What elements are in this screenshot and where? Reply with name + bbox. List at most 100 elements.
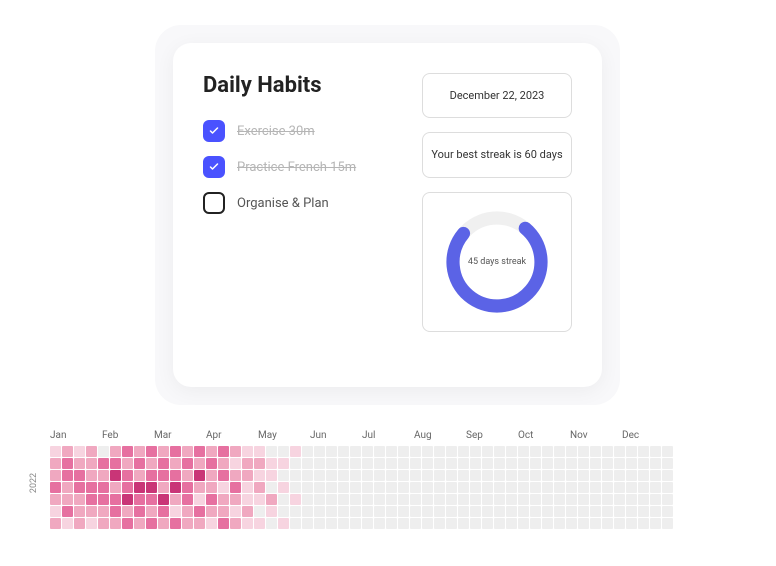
heatmap-day-cell[interactable] xyxy=(446,446,457,457)
heatmap-day-cell[interactable] xyxy=(158,506,169,517)
heatmap-day-cell[interactable] xyxy=(518,518,529,529)
heatmap-day-cell[interactable] xyxy=(530,518,541,529)
heatmap-day-cell[interactable] xyxy=(242,482,253,493)
heatmap-day-cell[interactable] xyxy=(662,506,673,517)
heatmap-day-cell[interactable] xyxy=(518,458,529,469)
heatmap-day-cell[interactable] xyxy=(614,458,625,469)
heatmap-day-cell[interactable] xyxy=(326,446,337,457)
heatmap-day-cell[interactable] xyxy=(206,518,217,529)
heatmap-day-cell[interactable] xyxy=(638,446,649,457)
heatmap-day-cell[interactable] xyxy=(410,482,421,493)
heatmap-day-cell[interactable] xyxy=(434,482,445,493)
heatmap-day-cell[interactable] xyxy=(230,482,241,493)
heatmap-day-cell[interactable] xyxy=(554,458,565,469)
heatmap-day-cell[interactable] xyxy=(314,458,325,469)
heatmap-day-cell[interactable] xyxy=(98,482,109,493)
heatmap-day-cell[interactable] xyxy=(302,518,313,529)
heatmap-day-cell[interactable] xyxy=(218,506,229,517)
heatmap-day-cell[interactable] xyxy=(602,506,613,517)
heatmap-day-cell[interactable] xyxy=(110,518,121,529)
heatmap-day-cell[interactable] xyxy=(470,446,481,457)
heatmap-day-cell[interactable] xyxy=(602,494,613,505)
heatmap-day-cell[interactable] xyxy=(266,458,277,469)
heatmap-day-cell[interactable] xyxy=(494,518,505,529)
heatmap-day-cell[interactable] xyxy=(650,446,661,457)
heatmap-day-cell[interactable] xyxy=(254,518,265,529)
heatmap-day-cell[interactable] xyxy=(98,506,109,517)
heatmap-day-cell[interactable] xyxy=(254,446,265,457)
heatmap-day-cell[interactable] xyxy=(482,470,493,481)
heatmap-day-cell[interactable] xyxy=(590,470,601,481)
heatmap-day-cell[interactable] xyxy=(170,458,181,469)
heatmap-day-cell[interactable] xyxy=(530,446,541,457)
heatmap-day-cell[interactable] xyxy=(302,482,313,493)
heatmap-day-cell[interactable] xyxy=(650,506,661,517)
heatmap-day-cell[interactable] xyxy=(446,494,457,505)
heatmap-day-cell[interactable] xyxy=(446,518,457,529)
heatmap-day-cell[interactable] xyxy=(542,494,553,505)
heatmap-day-cell[interactable] xyxy=(74,470,85,481)
heatmap-day-cell[interactable] xyxy=(98,518,109,529)
heatmap-day-cell[interactable] xyxy=(98,494,109,505)
heatmap-day-cell[interactable] xyxy=(494,506,505,517)
heatmap-day-cell[interactable] xyxy=(170,446,181,457)
heatmap-day-cell[interactable] xyxy=(410,470,421,481)
heatmap-day-cell[interactable] xyxy=(578,458,589,469)
heatmap-day-cell[interactable] xyxy=(122,458,133,469)
heatmap-day-cell[interactable] xyxy=(470,470,481,481)
heatmap-day-cell[interactable] xyxy=(506,518,517,529)
heatmap-day-cell[interactable] xyxy=(614,470,625,481)
heatmap-day-cell[interactable] xyxy=(650,470,661,481)
heatmap-day-cell[interactable] xyxy=(134,494,145,505)
heatmap-day-cell[interactable] xyxy=(170,494,181,505)
heatmap-day-cell[interactable] xyxy=(134,506,145,517)
heatmap-day-cell[interactable] xyxy=(554,446,565,457)
heatmap-day-cell[interactable] xyxy=(494,482,505,493)
heatmap-day-cell[interactable] xyxy=(338,482,349,493)
heatmap-day-cell[interactable] xyxy=(98,446,109,457)
heatmap-day-cell[interactable] xyxy=(614,482,625,493)
heatmap-day-cell[interactable] xyxy=(110,482,121,493)
heatmap-day-cell[interactable] xyxy=(146,506,157,517)
heatmap-day-cell[interactable] xyxy=(422,518,433,529)
heatmap-day-cell[interactable] xyxy=(314,518,325,529)
heatmap-day-cell[interactable] xyxy=(242,494,253,505)
heatmap-day-cell[interactable] xyxy=(206,458,217,469)
heatmap-day-cell[interactable] xyxy=(614,494,625,505)
heatmap-day-cell[interactable] xyxy=(434,446,445,457)
heatmap-day-cell[interactable] xyxy=(530,494,541,505)
heatmap-day-cell[interactable] xyxy=(470,506,481,517)
heatmap-day-cell[interactable] xyxy=(182,494,193,505)
heatmap-day-cell[interactable] xyxy=(194,482,205,493)
heatmap-day-cell[interactable] xyxy=(182,518,193,529)
heatmap-day-cell[interactable] xyxy=(614,518,625,529)
heatmap-day-cell[interactable] xyxy=(410,494,421,505)
heatmap-day-cell[interactable] xyxy=(638,482,649,493)
heatmap-day-cell[interactable] xyxy=(62,518,73,529)
heatmap-day-cell[interactable] xyxy=(302,458,313,469)
heatmap-day-cell[interactable] xyxy=(374,470,385,481)
heatmap-day-cell[interactable] xyxy=(434,470,445,481)
heatmap-day-cell[interactable] xyxy=(146,482,157,493)
heatmap-day-cell[interactable] xyxy=(182,458,193,469)
heatmap-day-cell[interactable] xyxy=(146,494,157,505)
heatmap-day-cell[interactable] xyxy=(602,482,613,493)
heatmap-day-cell[interactable] xyxy=(530,482,541,493)
heatmap-day-cell[interactable] xyxy=(626,482,637,493)
heatmap-day-cell[interactable] xyxy=(518,482,529,493)
heatmap-day-cell[interactable] xyxy=(74,494,85,505)
heatmap-day-cell[interactable] xyxy=(254,470,265,481)
heatmap-day-cell[interactable] xyxy=(194,506,205,517)
heatmap-day-cell[interactable] xyxy=(638,506,649,517)
heatmap-day-cell[interactable] xyxy=(362,518,373,529)
heatmap-day-cell[interactable] xyxy=(98,458,109,469)
habit-checkbox[interactable] xyxy=(203,192,225,214)
heatmap-day-cell[interactable] xyxy=(158,470,169,481)
heatmap-day-cell[interactable] xyxy=(266,506,277,517)
heatmap-day-cell[interactable] xyxy=(302,494,313,505)
heatmap-day-cell[interactable] xyxy=(410,446,421,457)
heatmap-day-cell[interactable] xyxy=(386,458,397,469)
heatmap-day-cell[interactable] xyxy=(158,446,169,457)
heatmap-day-cell[interactable] xyxy=(218,518,229,529)
heatmap-day-cell[interactable] xyxy=(62,458,73,469)
